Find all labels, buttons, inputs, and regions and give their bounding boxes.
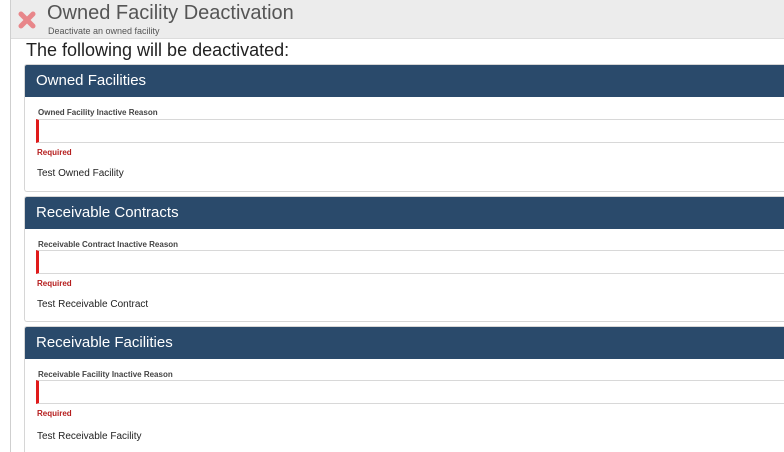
receivable-facility-inactive-reason-input[interactable] xyxy=(36,380,784,404)
dialog-subtitle: Deactivate an owned facility xyxy=(48,26,160,36)
owned-facility-inactive-reason-input[interactable] xyxy=(36,119,784,143)
panel-title: Receivable Facilities xyxy=(25,327,784,359)
page-heading: The following will be deactivated: xyxy=(26,40,290,60)
close-icon[interactable] xyxy=(17,10,37,30)
list-item: Test Owned Facility xyxy=(37,168,124,179)
receivable-contract-inactive-reason-input[interactable] xyxy=(36,250,784,274)
receivable-facilities-panel: Receivable Facilities Receivable Facilit… xyxy=(24,326,784,452)
inactive-reason-label: Receivable Contract Inactive Reason xyxy=(38,240,179,249)
required-message: Required xyxy=(37,409,72,418)
required-message: Required xyxy=(37,148,72,157)
deactivation-dialog: Owned Facility Deactivation Deactivate a… xyxy=(10,0,784,452)
inactive-reason-label: Receivable Facility Inactive Reason xyxy=(38,370,173,379)
list-item: Test Receivable Facility xyxy=(37,431,142,442)
owned-facilities-panel: Owned Facilities Owned Facility Inactive… xyxy=(24,64,784,192)
dialog-header: Owned Facility Deactivation Deactivate a… xyxy=(11,0,784,39)
receivable-contracts-panel: Receivable Contracts Receivable Contract… xyxy=(24,196,784,322)
panel-title: Receivable Contracts xyxy=(25,197,784,229)
list-item: Test Receivable Contract xyxy=(37,299,149,310)
required-message: Required xyxy=(37,279,72,288)
dialog-title: Owned Facility Deactivation xyxy=(47,2,294,24)
inactive-reason-label: Owned Facility Inactive Reason xyxy=(38,108,158,117)
panel-title: Owned Facilities xyxy=(25,65,784,97)
